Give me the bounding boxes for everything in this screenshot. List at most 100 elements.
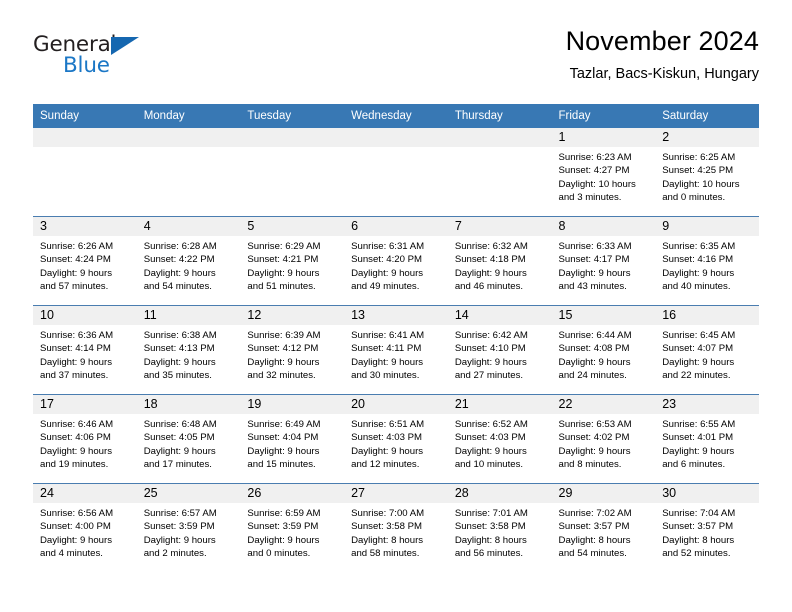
day-info-line: Sunset: 4:05 PM xyxy=(143,432,215,444)
day-number: 26 xyxy=(240,484,345,503)
day-info-line: and 30 minutes. xyxy=(351,369,420,381)
calendar-day-cell[interactable]: 4 Sunrise: 6:28 AM Sunset: 4:22 PM Daylight… xyxy=(136,216,241,306)
day-sun-info: Sunrise: 6:55 AM Sunset: 4:01 PM Daylight:… xyxy=(655,414,759,471)
day-sun-info: Sunrise: 6:23 AM Sunset: 4:27 PM Daylight:… xyxy=(552,147,656,204)
day-number: 5 xyxy=(240,217,345,236)
weekday-header-thursday: Thursday xyxy=(447,104,552,128)
day-info-line: Sunrise: 6:39 AM xyxy=(247,330,321,341)
calendar-day-cell[interactable]: 14 Sunrise: 6:42 AM Sunset: 4:10 PM Dayligh… xyxy=(447,305,552,395)
calendar-day-cell[interactable]: 26 Sunrise: 6:59 AM Sunset: 3:59 PM Dayligh… xyxy=(240,483,345,572)
calendar-day-cell[interactable]: 25 Sunrise: 6:57 AM Sunset: 3:59 PM Dayligh… xyxy=(136,483,241,572)
day-cell-inner: 30 Sunrise: 7:04 AM Sunset: 3:57 PM Dayligh… xyxy=(655,484,759,572)
day-info-line: Sunrise: 6:52 AM xyxy=(454,419,528,430)
calendar-day-cell[interactable]: 1 Sunrise: 6:23 AM Sunset: 4:27 PM Daylight… xyxy=(551,128,656,217)
calendar-day-cell[interactable]: 23 Sunrise: 6:55 AM Sunset: 4:01 PM Dayligh… xyxy=(655,394,759,484)
day-cell-inner: 20 Sunrise: 6:51 AM Sunset: 4:03 PM Dayligh… xyxy=(344,395,448,483)
day-cell-inner xyxy=(240,128,345,216)
calendar-day-cell[interactable]: 27 Sunrise: 7:00 AM Sunset: 3:58 PM Dayligh… xyxy=(344,483,448,572)
day-info-line: and 52 minutes. xyxy=(662,547,731,559)
day-cell-inner: 5 Sunrise: 6:29 AM Sunset: 4:21 PM Daylight… xyxy=(240,217,345,305)
day-number xyxy=(240,128,345,147)
day-sun-info: Sunrise: 6:28 AM Sunset: 4:22 PM Daylight:… xyxy=(137,236,241,293)
calendar-day-cell[interactable]: 10 Sunrise: 6:36 AM Sunset: 4:14 PM Dayligh… xyxy=(33,305,137,395)
day-number: 20 xyxy=(344,395,448,414)
calendar-day-cell[interactable]: 19 Sunrise: 6:49 AM Sunset: 4:04 PM Dayligh… xyxy=(240,394,345,484)
calendar-day-cell[interactable]: 15 Sunrise: 6:44 AM Sunset: 4:08 PM Dayligh… xyxy=(551,305,656,395)
calendar-day-cell[interactable]: 17 Sunrise: 6:46 AM Sunset: 4:06 PM Dayligh… xyxy=(33,394,137,484)
day-number: 22 xyxy=(551,395,656,414)
calendar-day-cell[interactable]: 18 Sunrise: 6:48 AM Sunset: 4:05 PM Dayligh… xyxy=(136,394,241,484)
calendar-day-cell[interactable]: 5 Sunrise: 6:29 AM Sunset: 4:21 PM Daylight… xyxy=(240,216,345,306)
day-info-line: Sunset: 4:22 PM xyxy=(143,254,215,266)
day-info-line: Sunrise: 6:53 AM xyxy=(558,419,632,430)
day-info-line: Sunset: 4:25 PM xyxy=(662,165,734,177)
day-number: 11 xyxy=(136,306,241,325)
day-info-line: Sunset: 3:57 PM xyxy=(662,521,734,533)
weekday-header-wednesday: Wednesday xyxy=(344,104,448,128)
calendar-day-cell[interactable]: 8 Sunrise: 6:33 AM Sunset: 4:17 PM Daylight… xyxy=(551,216,656,306)
calendar-day-cell[interactable]: 2 Sunrise: 6:25 AM Sunset: 4:25 PM Daylight… xyxy=(655,128,759,217)
day-info-line: Sunrise: 6:48 AM xyxy=(143,419,217,430)
day-info-line: Daylight: 9 hours xyxy=(662,445,735,457)
calendar-day-cell[interactable]: 11 Sunrise: 6:38 AM Sunset: 4:13 PM Dayligh… xyxy=(136,305,241,395)
day-number: 16 xyxy=(655,306,759,325)
logo-text-blue: Blue xyxy=(63,53,110,78)
day-sun-info xyxy=(240,147,344,151)
day-info-line: Sunrise: 6:38 AM xyxy=(143,330,217,341)
day-info-line: and 6 minutes. xyxy=(662,458,726,470)
day-info-line: Sunrise: 7:02 AM xyxy=(558,508,632,519)
day-info-line: Sunset: 3:59 PM xyxy=(247,521,319,533)
calendar-cell-empty xyxy=(33,128,137,217)
day-info-line: and 51 minutes. xyxy=(247,280,316,292)
day-sun-info: Sunrise: 6:42 AM Sunset: 4:10 PM Daylight:… xyxy=(448,325,552,382)
day-info-line: Sunrise: 6:51 AM xyxy=(351,419,425,430)
day-info-line: Sunrise: 6:41 AM xyxy=(351,330,425,341)
calendar-day-cell[interactable]: 29 Sunrise: 7:02 AM Sunset: 3:57 PM Dayligh… xyxy=(551,483,656,572)
day-info-line: and 24 minutes. xyxy=(558,369,627,381)
calendar-day-cell[interactable]: 21 Sunrise: 6:52 AM Sunset: 4:03 PM Dayligh… xyxy=(447,394,552,484)
day-sun-info: Sunrise: 6:52 AM Sunset: 4:03 PM Daylight:… xyxy=(448,414,552,471)
day-info-line: Sunset: 4:03 PM xyxy=(454,432,526,444)
day-info-line: Sunrise: 6:23 AM xyxy=(558,152,632,163)
day-sun-info: Sunrise: 6:29 AM Sunset: 4:21 PM Daylight:… xyxy=(240,236,344,293)
day-cell-inner: 28 Sunrise: 7:01 AM Sunset: 3:58 PM Dayligh… xyxy=(447,484,552,572)
day-info-line: Daylight: 9 hours xyxy=(247,356,320,368)
day-info-line: and 37 minutes. xyxy=(40,369,109,381)
general-blue-logo[interactable]: General Blue xyxy=(33,26,163,84)
day-number: 3 xyxy=(33,217,137,236)
day-info-line: Sunset: 4:06 PM xyxy=(40,432,111,444)
calendar-day-cell[interactable]: 7 Sunrise: 6:32 AM Sunset: 4:18 PM Daylight… xyxy=(447,216,552,306)
calendar-day-cell[interactable]: 12 Sunrise: 6:39 AM Sunset: 4:12 PM Dayligh… xyxy=(240,305,345,395)
calendar-day-cell[interactable]: 22 Sunrise: 6:53 AM Sunset: 4:02 PM Dayligh… xyxy=(551,394,656,484)
day-info-line: and 3 minutes. xyxy=(558,191,622,203)
day-info-line: Daylight: 9 hours xyxy=(454,267,527,279)
calendar-day-cell[interactable]: 9 Sunrise: 6:35 AM Sunset: 4:16 PM Daylight… xyxy=(655,216,759,306)
calendar-day-cell[interactable]: 24 Sunrise: 6:56 AM Sunset: 4:00 PM Dayligh… xyxy=(33,483,137,572)
calendar-day-cell[interactable]: 3 Sunrise: 6:26 AM Sunset: 4:24 PM Daylight… xyxy=(33,216,137,306)
day-info-line: and 46 minutes. xyxy=(454,280,524,292)
day-number: 6 xyxy=(344,217,448,236)
day-info-line: Sunrise: 6:25 AM xyxy=(662,152,736,163)
day-info-line: Sunrise: 6:33 AM xyxy=(558,241,632,252)
day-number: 23 xyxy=(655,395,759,414)
day-info-line: Daylight: 9 hours xyxy=(143,534,216,546)
day-sun-info: Sunrise: 6:53 AM Sunset: 4:02 PM Daylight:… xyxy=(552,414,656,471)
day-cell-inner: 11 Sunrise: 6:38 AM Sunset: 4:13 PM Dayligh… xyxy=(136,306,241,394)
day-info-line: Daylight: 9 hours xyxy=(143,267,216,279)
calendar-day-cell[interactable]: 28 Sunrise: 7:01 AM Sunset: 3:58 PM Dayligh… xyxy=(447,483,552,572)
calendar-day-cell[interactable]: 30 Sunrise: 7:04 AM Sunset: 3:57 PM Dayligh… xyxy=(655,483,759,572)
day-info-line: Sunrise: 6:28 AM xyxy=(143,241,217,252)
day-sun-info: Sunrise: 6:35 AM Sunset: 4:16 PM Daylight:… xyxy=(655,236,759,293)
day-info-line: Daylight: 9 hours xyxy=(558,445,631,457)
calendar-day-cell[interactable]: 16 Sunrise: 6:45 AM Sunset: 4:07 PM Dayligh… xyxy=(655,305,759,395)
day-number: 17 xyxy=(33,395,137,414)
day-info-line: Daylight: 9 hours xyxy=(662,267,735,279)
calendar-day-cell[interactable]: 6 Sunrise: 6:31 AM Sunset: 4:20 PM Daylight… xyxy=(344,216,448,306)
day-sun-info: Sunrise: 6:59 AM Sunset: 3:59 PM Daylight:… xyxy=(240,503,344,560)
day-cell-inner: 2 Sunrise: 6:25 AM Sunset: 4:25 PM Daylight… xyxy=(655,128,759,216)
page-subtitle: Tazlar, Bacs-Kiskun, Hungary xyxy=(569,66,759,83)
day-info-line: Daylight: 10 hours xyxy=(662,178,740,190)
day-sun-info xyxy=(137,147,241,151)
calendar-day-cell[interactable]: 20 Sunrise: 6:51 AM Sunset: 4:03 PM Dayligh… xyxy=(344,394,448,484)
calendar-day-cell[interactable]: 13 Sunrise: 6:41 AM Sunset: 4:11 PM Dayligh… xyxy=(344,305,448,395)
